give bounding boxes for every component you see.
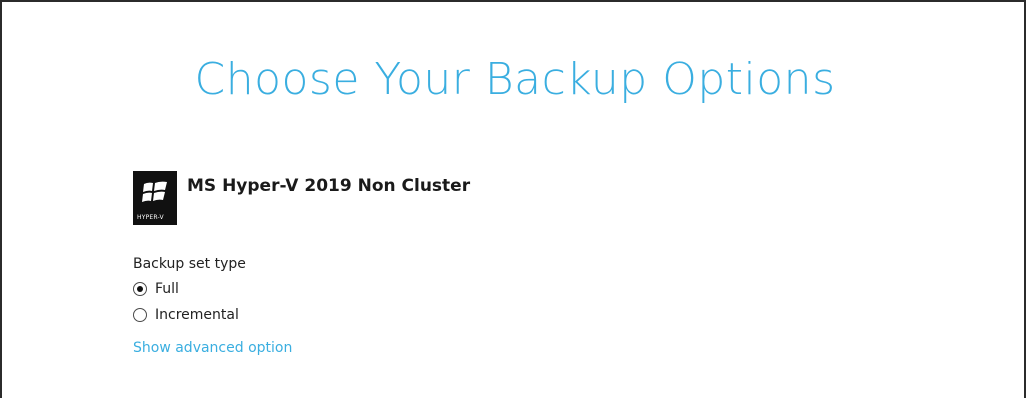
backup-set-type-label: Backup set type [133,256,246,272]
radio-full-label: Full [155,281,179,297]
hyperv-logo: HYPER-V [133,171,177,225]
backup-set-header: HYPER-V MS Hyper-V 2019 Non Cluster [133,171,470,225]
radio-full-circle[interactable] [133,282,147,296]
radio-full[interactable]: Full [133,281,179,297]
radio-incremental-label: Incremental [155,307,239,323]
radio-incremental[interactable]: Incremental [133,307,239,323]
page-title: Choose Your Backup Options [194,54,836,105]
dialog-frame: Choose Your Backup Options HYPER-V MS Hy… [0,0,1026,398]
backup-set-name: MS Hyper-V 2019 Non Cluster [187,176,471,196]
radio-incremental-circle[interactable] [133,308,147,322]
windows-hyperv-icon [142,181,167,202]
logo-text: HYPER-V [137,214,164,221]
show-advanced-option-link[interactable]: Show advanced option [133,340,292,356]
